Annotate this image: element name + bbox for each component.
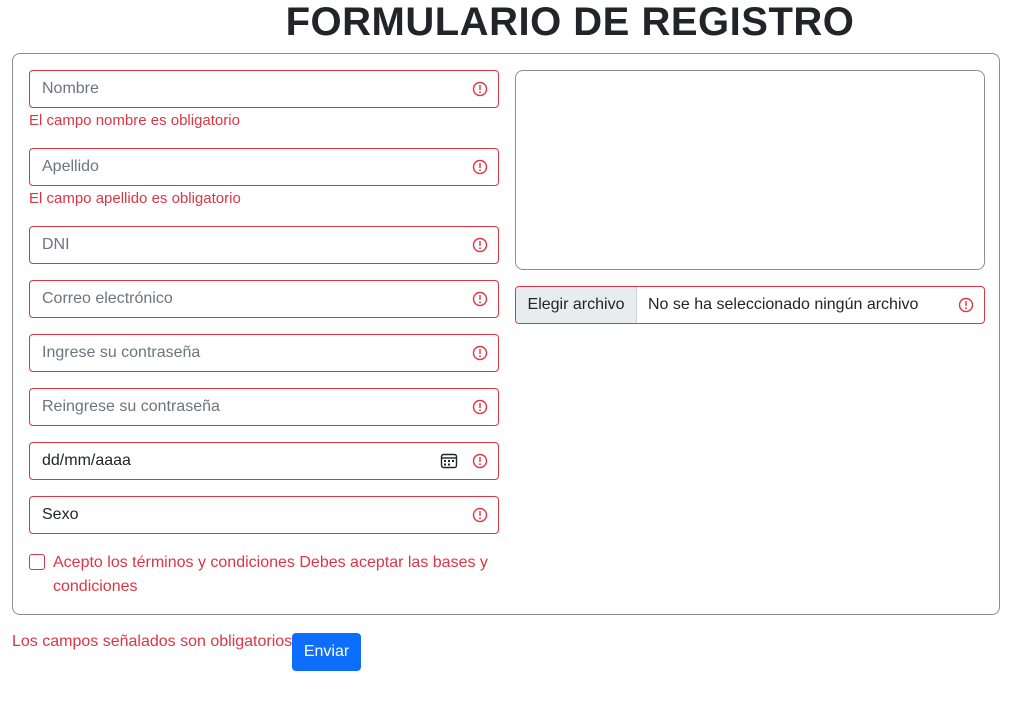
choose-file-button[interactable]: Elegir archivo [516,287,637,323]
nombre-input[interactable]: Nombre [29,70,499,108]
error-icon [958,297,974,313]
date-value: dd/mm/aaaa [42,452,131,469]
image-preview-area [515,70,985,270]
error-icon [472,453,488,469]
apellido-placeholder: Apellido [42,158,99,175]
page-title: FORMULARIO DE REGISTRO [285,0,855,44]
nombre-error: El campo nombre es obligatorio [29,112,240,129]
file-input[interactable]: Elegir archivo No se ha seleccionado nin… [515,286,985,324]
nombre-placeholder: Nombre [42,80,99,97]
terms-checkbox[interactable] [29,554,45,570]
required-fields-message: Los campos señalados son obligatorios [12,633,293,650]
password-repeat-input[interactable]: Reingrese su contraseña [29,388,499,426]
email-placeholder: Correo electrónico [42,290,173,307]
dni-input[interactable]: DNI [29,226,499,264]
submit-button[interactable]: Enviar [292,633,361,671]
error-icon [472,81,488,97]
date-input[interactable]: dd/mm/aaaa [29,442,499,480]
sexo-value: Sexo [42,506,79,523]
apellido-error: El campo apellido es obligatorio [29,190,241,207]
error-icon [472,159,488,175]
error-icon [472,345,488,361]
error-icon [472,237,488,253]
apellido-input[interactable]: Apellido [29,148,499,186]
password-input[interactable]: Ingrese su contraseña [29,334,499,372]
calendar-icon[interactable] [440,452,458,470]
terms-label[interactable]: Acepto los términos y condiciones [53,554,295,571]
error-icon [472,507,488,523]
email-input[interactable]: Correo electrónico [29,280,499,318]
file-status: No se ha seleccionado ningún archivo [648,296,919,313]
terms-text: Acepto los términos y condiciones Debes … [53,551,503,599]
sexo-select[interactable]: Sexo [29,496,499,534]
error-icon [472,291,488,307]
password-placeholder: Ingrese su contraseña [42,344,201,361]
error-icon [472,399,488,415]
dni-placeholder: DNI [42,236,70,253]
password-repeat-placeholder: Reingrese su contraseña [42,398,220,415]
